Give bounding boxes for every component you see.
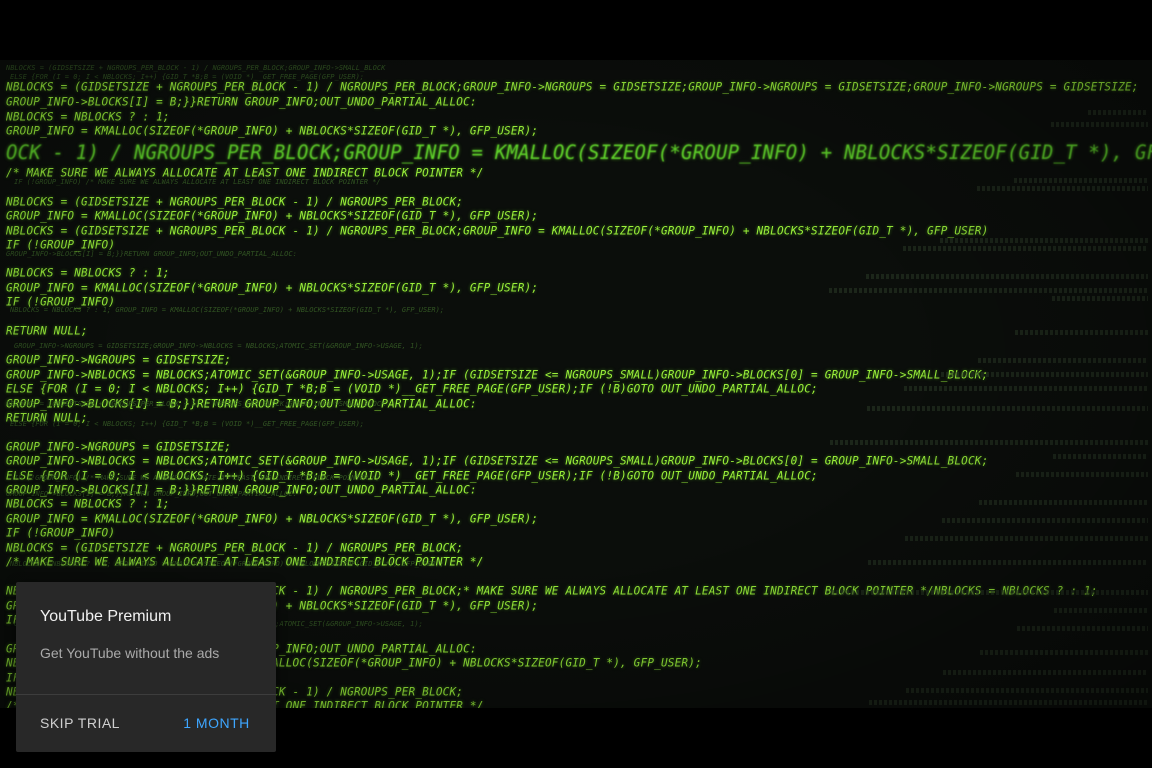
blurred-text-streak xyxy=(866,274,1148,279)
blurred-text-streak xyxy=(831,590,1148,595)
code-line: GROUP_INFO = KMALLOC(SIZEOF(*GROUP_INFO)… xyxy=(6,209,539,223)
blurred-text-streak xyxy=(1015,330,1148,335)
code-line: GROUP_INFO = KMALLOC(SIZEOF(*GROUP_INFO)… xyxy=(6,124,539,138)
code-line: RETURN NULL; xyxy=(6,324,88,338)
video-player[interactable]: NBLOCKS = (GIDSETSIZE + NGROUPS_PER_BLOC… xyxy=(0,0,1152,768)
code-line: GROUP_INFO->NGROUPS = GIDSETSIZE; xyxy=(6,440,232,454)
blurred-text-streak xyxy=(1016,472,1148,477)
code-line: OCK - 1) / NGROUPS_PER_BLOCK;GROUP_INFO … xyxy=(6,140,1152,165)
month-free-button[interactable]: 1 MONTH FREE xyxy=(157,695,276,752)
ghost-code-line: GROUP_INFO->BLOCKS[I] = B;}}RETURN GROUP… xyxy=(6,250,297,258)
code-line: GROUP_INFO = KMALLOC(SIZEOF(*GROUP_INFO)… xyxy=(6,512,539,526)
code-line: GROUP_INFO = KMALLOC(SIZEOF(*GROUP_INFO)… xyxy=(6,281,539,295)
promo-actions: SKIP TRIAL 1 MONTH FREE xyxy=(16,695,276,752)
blurred-text-streak xyxy=(1053,454,1148,459)
ghost-code-line: NBLOCKS = (GIDSETSIZE + NGROUPS_PER_BLOC… xyxy=(6,400,386,408)
promo-title: YouTube Premium xyxy=(40,608,172,625)
blurred-text-streak xyxy=(906,688,1148,693)
blurred-text-streak xyxy=(979,500,1148,505)
code-line: ELSE {FOR (I = 0; I < NBLOCKS; I++) {GID… xyxy=(6,382,818,396)
code-line: GROUP_INFO->BLOCKS[I] = B;}}RETURN GROUP… xyxy=(6,95,477,109)
blurred-text-streak xyxy=(868,560,1148,565)
code-line: NBLOCKS = (GIDSETSIZE + NGROUPS_PER_BLOC… xyxy=(6,224,989,238)
promo-subtitle: Get YouTube without the ads xyxy=(40,645,220,661)
ghost-code-line: GROUP_INFO->BLOCKS[I] = B;}}RETURN GROUP… xyxy=(6,490,297,498)
blurred-text-streak xyxy=(1054,608,1148,613)
blurred-text-streak xyxy=(943,670,1148,675)
blurred-text-streak xyxy=(1014,178,1148,183)
skip-trial-button[interactable]: SKIP TRIAL xyxy=(32,695,128,752)
code-line: NBLOCKS = NBLOCKS ? : 1; xyxy=(6,266,170,280)
blurred-text-streak xyxy=(869,700,1148,705)
blurred-text-streak xyxy=(1088,110,1148,115)
blurred-text-streak xyxy=(1052,296,1148,301)
blurred-text-streak xyxy=(940,238,1148,243)
ghost-code-line: NBLOCKS = NBLOCKS ? : 1; GROUP_INFO = KM… xyxy=(10,560,445,568)
code-line: NBLOCKS = (GIDSETSIZE + NGROUPS_PER_BLOC… xyxy=(6,195,464,209)
ghost-code-line: NBLOCKS = NBLOCKS ? : 1; GROUP_INFO = KM… xyxy=(10,306,445,314)
ghost-code-line: ELSE {FOR (I = 0; I < NBLOCKS; I++) {GID… xyxy=(10,420,365,428)
blurred-text-streak xyxy=(941,372,1148,377)
ghost-code-line: IF (!GROUP_INFO) /* MAKE SURE WE ALWAYS … xyxy=(14,178,381,186)
blurred-text-streak xyxy=(904,386,1148,391)
blurred-text-streak xyxy=(1051,122,1148,127)
blurred-text-streak xyxy=(867,406,1148,411)
code-line: NBLOCKS = (GIDSETSIZE + NGROUPS_PER_BLOC… xyxy=(6,80,1139,94)
blurred-text-streak xyxy=(829,288,1148,293)
code-line: IF (!GROUP_INFO) xyxy=(6,526,116,540)
ghost-code-line: NBLOCKS = (GIDSETSIZE + NGROUPS_PER_BLOC… xyxy=(6,64,386,72)
code-line: GROUP_INFO->NBLOCKS = NBLOCKS;ATOMIC_SET… xyxy=(6,454,989,468)
blurred-text-streak xyxy=(830,440,1148,445)
blurred-text-streak xyxy=(1017,626,1148,631)
ghost-code-line: IF (!GROUP_INFO) /* MAKE SURE WE ALWAYS … xyxy=(14,474,381,482)
ghost-code-line: GROUP_INFO->NGROUPS = GIDSETSIZE;GROUP_I… xyxy=(14,342,423,350)
blurred-text-streak xyxy=(903,246,1148,251)
blurred-text-streak xyxy=(977,186,1148,191)
code-line: NBLOCKS = NBLOCKS ? : 1; xyxy=(6,110,170,124)
blurred-text-streak xyxy=(978,358,1148,363)
code-line: GROUP_INFO->NGROUPS = GIDSETSIZE; xyxy=(6,353,232,367)
premium-promo-dialog: YouTube Premium Get YouTube without the … xyxy=(16,582,276,752)
blurred-text-streak xyxy=(905,536,1148,541)
ghost-code-line: ELSE {FOR (I = 0; I < NBLOCKS; I++) {GID… xyxy=(10,73,365,81)
code-line: NBLOCKS = (GIDSETSIZE + NGROUPS_PER_BLOC… xyxy=(6,541,464,555)
code-line: NBLOCKS = NBLOCKS ? : 1; xyxy=(6,497,170,511)
code-line: GROUP_INFO->NBLOCKS = NBLOCKS;ATOMIC_SET… xyxy=(6,368,989,382)
blurred-text-streak xyxy=(942,518,1148,523)
blurred-text-streak xyxy=(980,650,1148,655)
